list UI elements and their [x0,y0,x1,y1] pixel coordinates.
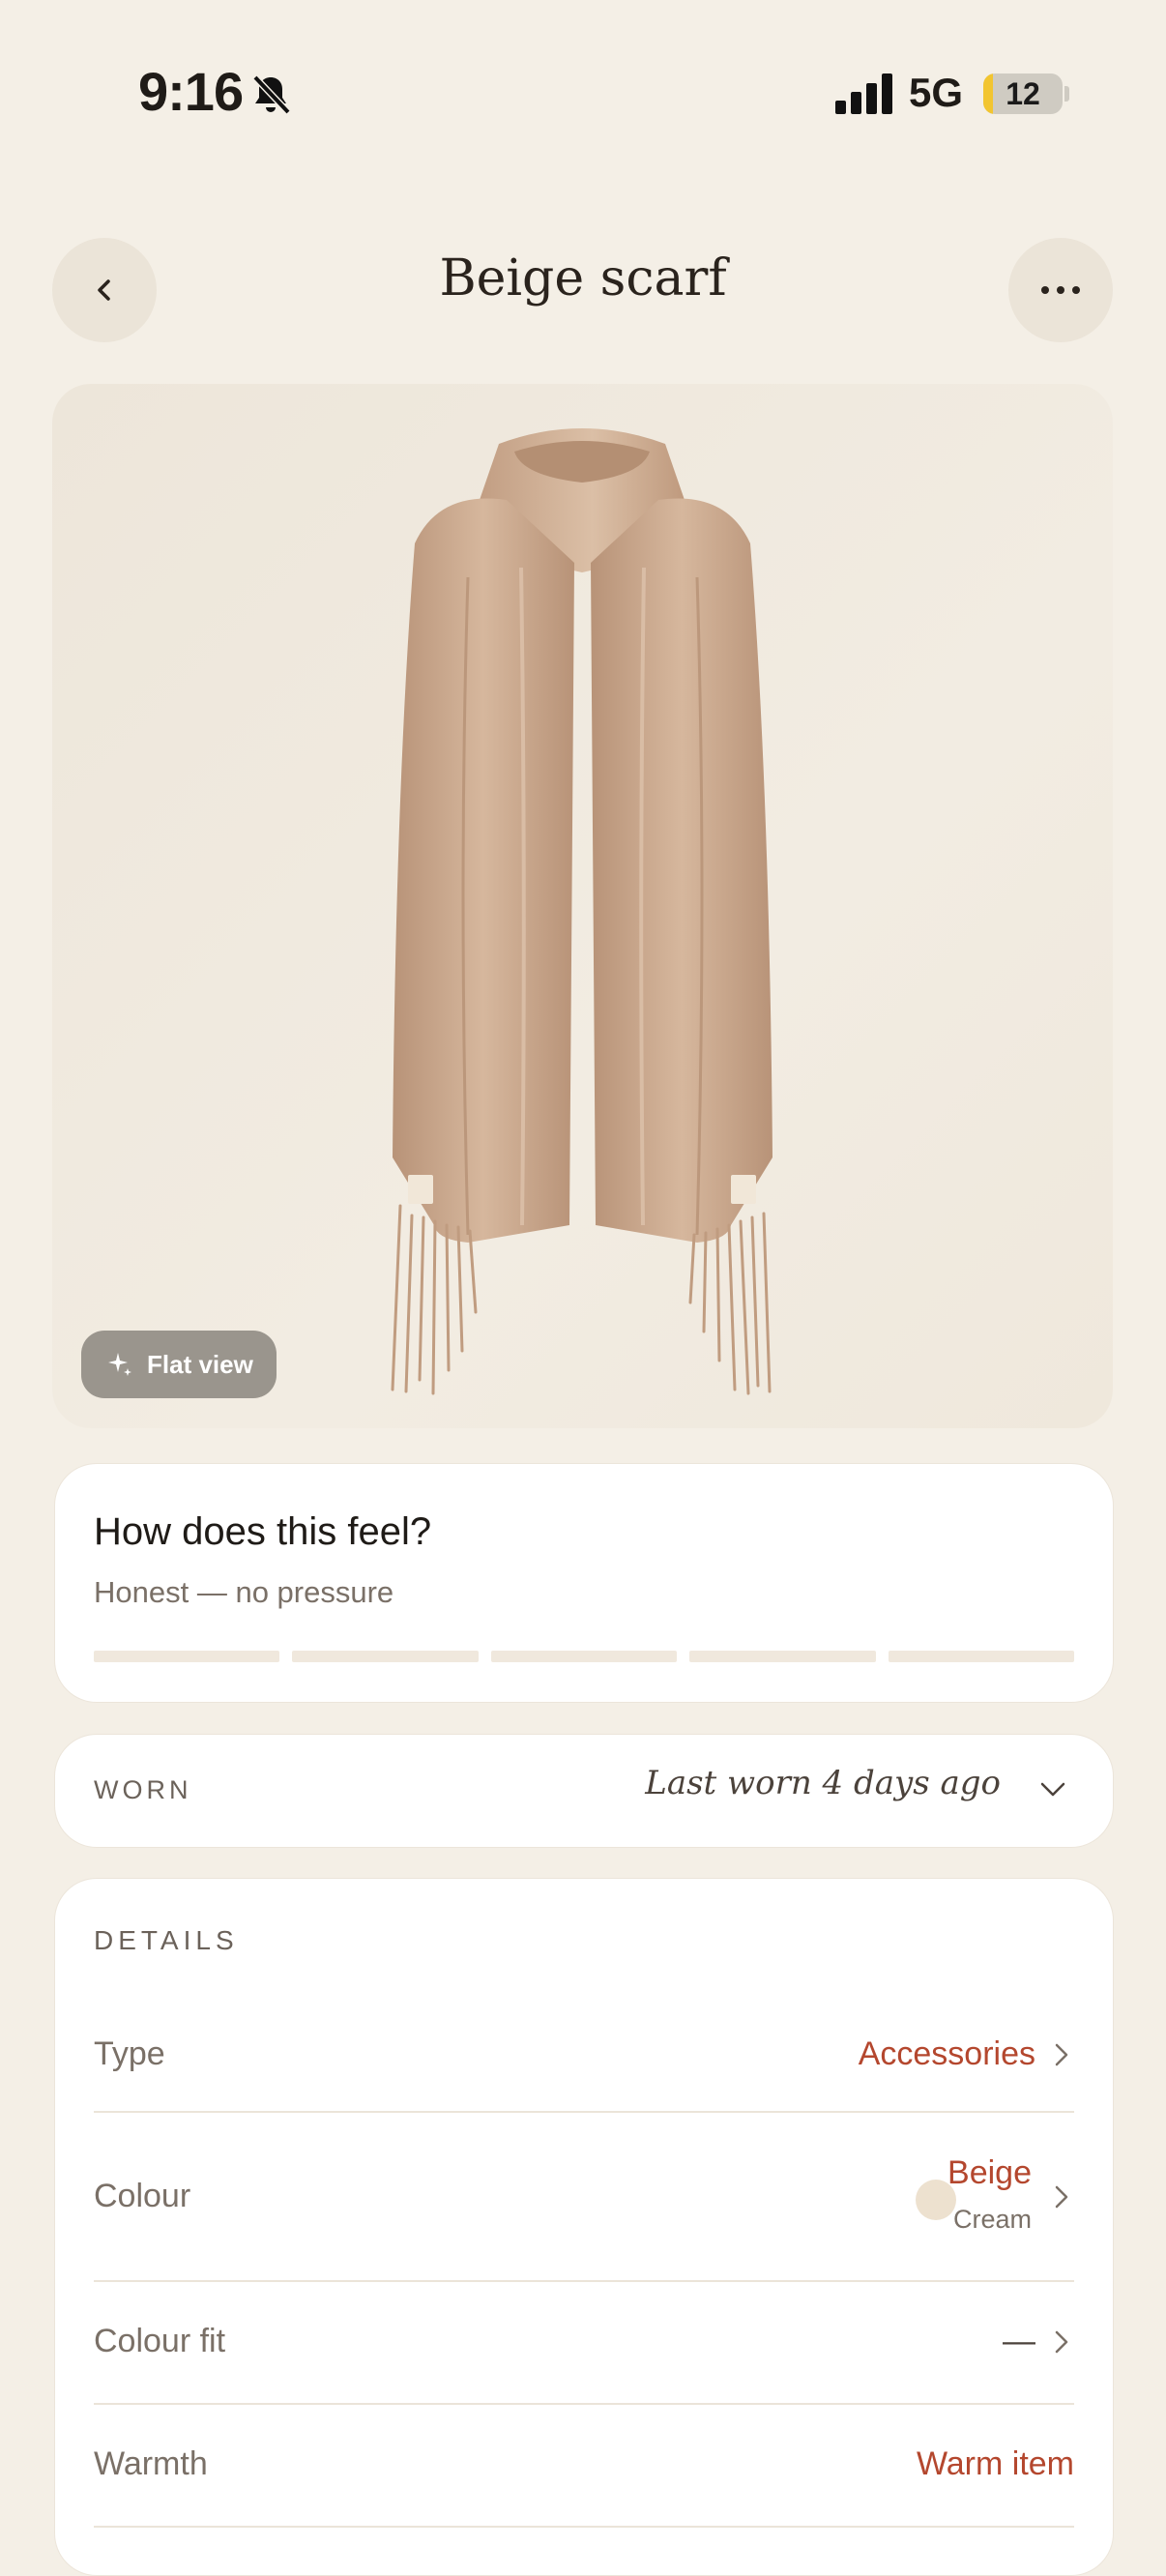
detail-label-warmth: Warmth [94,2445,208,2482]
network-type: 5G [909,70,964,115]
chevron-down-icon [1040,1782,1065,1797]
back-button[interactable] [52,238,157,342]
details-card: DETAILS Type Accessories Colour Beige Cr… [54,1878,1114,2576]
worn-label: WORN [94,1775,192,1804]
battery-icon: 12 [983,73,1063,114]
item-photo: Flat view [52,384,1113,1428]
bell-muted-icon [252,74,291,115]
feel-scale-step-2[interactable] [292,1651,479,1662]
page-title: Beige scarf [439,249,727,307]
chevron-right-icon [1055,2330,1068,2354]
worn-card[interactable]: WORN Last worn 4 days ago [54,1734,1114,1848]
detail-row-colour-fit[interactable]: Colour fit — [94,2280,1074,2405]
status-time: 9:16 [138,61,244,122]
scarf-image [391,428,772,1395]
detail-label-type: Type [94,2035,165,2072]
details-label: DETAILS [94,1925,239,1955]
feel-scale-step-1[interactable] [94,1651,280,1662]
detail-value-warmth: Warm item [916,2445,1074,2482]
detail-value-colour-fit: — [1003,2323,1035,2359]
battery-cap [1064,86,1069,102]
battery-level: 12 [1006,76,1040,111]
feel-scale-step-4[interactable] [689,1651,876,1662]
detail-row-colour[interactable]: Colour Beige Cream [94,2112,1074,2282]
detail-subvalue-colour: Cream [952,2205,1032,2234]
chevron-right-icon [1055,2043,1068,2066]
worn-value: Last worn 4 days ago [645,1764,1001,1802]
divider [94,2526,1074,2528]
feel-scale [94,1651,1075,1662]
sparkle-icon [108,1353,131,1376]
feel-scale-step-5[interactable] [888,1651,1075,1662]
detail-value-colour: Beige [947,2154,1032,2191]
feel-card: How does this feel? Honest — no pressure [54,1463,1114,1703]
status-bar: 9:16 5G 12 [0,0,1166,184]
more-options-button[interactable] [1008,238,1113,342]
ellipsis-icon [1041,286,1080,294]
detail-value-type: Accessories [858,2035,1035,2072]
feel-subtitle: Honest — no pressure [94,1575,394,1609]
signal-icon [835,73,892,114]
detail-label-colour: Colour [94,2178,191,2214]
feel-scale-step-3[interactable] [490,1651,678,1662]
chevron-left-icon [98,279,110,301]
detail-label-colour-fit: Colour fit [94,2323,226,2359]
flat-view-label: Flat view [147,1349,253,1379]
detail-row-warmth[interactable]: Warmth Warm item [94,2403,1074,2528]
chevron-right-icon [1055,2185,1068,2209]
flat-view-button[interactable]: Flat view [81,1331,277,1398]
feel-title: How does this feel? [94,1510,432,1553]
